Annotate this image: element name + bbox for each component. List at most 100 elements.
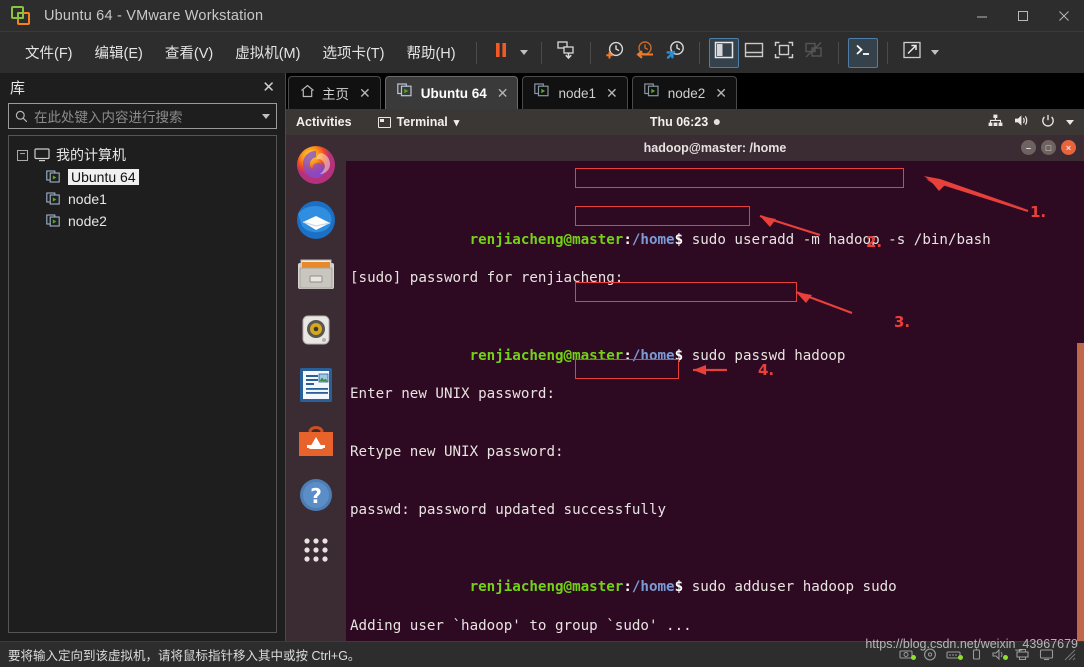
tab-bar: 主页 ✕ Ubuntu 64 ✕ node1 ✕ xyxy=(286,73,1084,109)
maximize-button[interactable] xyxy=(1002,0,1043,32)
vm-icon xyxy=(397,83,414,103)
power-dropdown[interactable] xyxy=(516,39,532,67)
revert-snapshot-button[interactable] xyxy=(630,38,660,68)
app-menu-terminal[interactable]: Terminal ▾ xyxy=(378,115,460,129)
dock-item-thunderbird[interactable] xyxy=(294,198,338,242)
vmware-logo-icon xyxy=(11,6,31,26)
terminal-scrollbar[interactable] xyxy=(1077,161,1084,641)
dock-item-rhythmbox[interactable] xyxy=(294,308,338,352)
terminal-minimize-button[interactable]: – xyxy=(1021,140,1036,155)
tab-close-icon[interactable]: ✕ xyxy=(715,86,727,100)
sidebar-item-ubuntu-64[interactable]: Ubuntu 64 xyxy=(9,166,276,188)
guest-top-bar: Activities Terminal ▾ Thu 06:23 xyxy=(286,109,1084,135)
prompt-path: /home xyxy=(632,348,675,364)
terminal-title-bar: hadoop@master: /home – □ × xyxy=(346,135,1084,161)
library-search-box[interactable]: 在此处键入内容进行搜索 xyxy=(8,103,277,129)
vm-icon xyxy=(46,170,62,184)
tab-home[interactable]: 主页 ✕ xyxy=(288,76,381,109)
close-button[interactable] xyxy=(1043,0,1084,32)
terminal-close-button[interactable]: × xyxy=(1061,140,1076,155)
snapshot-manager-button[interactable] xyxy=(660,38,690,68)
minimize-button[interactable] xyxy=(961,0,1002,32)
prompt-path: /home xyxy=(632,579,675,595)
tab-close-icon[interactable]: ✕ xyxy=(497,86,509,100)
terminal-text: [sudo] password for renjiacheng: xyxy=(350,270,623,286)
activities-button[interactable]: Activities xyxy=(296,115,352,129)
console-icon xyxy=(853,41,873,64)
dock-item-libreoffice-writer[interactable] xyxy=(294,363,338,407)
suspend-button[interactable] xyxy=(486,38,516,68)
show-library-button[interactable] xyxy=(709,38,739,68)
tree-expander[interactable]: − xyxy=(17,150,28,161)
prompt-path: /home xyxy=(632,232,675,248)
terminal-maximize-button[interactable]: □ xyxy=(1041,140,1056,155)
toolbar-separator xyxy=(476,42,477,64)
search-input[interactable]: 在此处键入内容进行搜索 xyxy=(34,106,262,126)
fullscreen-button[interactable] xyxy=(769,38,799,68)
tab-ubuntu-64[interactable]: Ubuntu 64 ✕ xyxy=(385,76,519,109)
sidebar-item-node2[interactable]: node2 xyxy=(9,210,276,232)
svg-text:?: ? xyxy=(310,484,322,508)
menu-view[interactable]: 查看(V) xyxy=(154,38,224,67)
notification-dot-icon xyxy=(714,119,720,125)
library-header: 库 ✕ xyxy=(0,73,285,101)
terminal-output[interactable]: renjiacheng@master:/home$ sudo useradd -… xyxy=(346,161,1084,641)
view-dropdown[interactable] xyxy=(927,39,943,67)
pause-icon xyxy=(492,41,510,64)
status-bar: 要将输入定向到该虚拟机，请将鼠标指针移入其中或按 Ctrl+G。 xyxy=(0,641,1084,667)
terminal-line: [sudo] password for renjiacheng: xyxy=(350,269,1084,288)
terminal-line: Adding user `hadoop' to group `sudo' ... xyxy=(350,617,1084,636)
vm-icon xyxy=(46,192,62,206)
dock-item-files[interactable] xyxy=(294,253,338,297)
terminal-title: hadoop@master: /home xyxy=(644,141,787,155)
unity-mode-icon xyxy=(804,41,824,64)
tab-node1[interactable]: node1 ✕ xyxy=(522,76,627,109)
dock-item-firefox[interactable] xyxy=(294,143,338,187)
terminal-text: Adding user `hadoop' to group `sudo' ... xyxy=(350,618,692,634)
clock[interactable]: Thu 06:23 xyxy=(650,115,720,129)
dock-item-help[interactable]: ? xyxy=(294,473,338,517)
take-snapshot-button[interactable] xyxy=(600,38,630,68)
menu-vm[interactable]: 虚拟机(M) xyxy=(224,38,311,67)
guest-desktop: ? xyxy=(286,135,1084,641)
tab-node2[interactable]: node2 ✕ xyxy=(632,76,737,109)
show-thumbnail-bar-button[interactable] xyxy=(739,38,769,68)
chevron-down-icon[interactable] xyxy=(1066,120,1074,125)
menu-edit[interactable]: 编辑(E) xyxy=(84,38,154,67)
library-panel: 库 ✕ 在此处键入内容进行搜索 − 我的计算机 xyxy=(0,73,286,641)
guest-dock: ? xyxy=(286,135,346,641)
dock-item-ubuntu-software[interactable] xyxy=(294,418,338,462)
toolbar-separator xyxy=(887,42,888,64)
menu-file[interactable]: 文件(F) xyxy=(14,38,84,67)
manage-snapshots-button[interactable] xyxy=(551,38,581,68)
prompt-user: renjiacheng@master xyxy=(470,232,624,248)
terminal-line: Retype new UNIX password: xyxy=(350,443,1084,462)
terminal-command: sudo useradd -m hadoop -s /bin/bash xyxy=(692,232,991,248)
terminal-window-controls: – □ × xyxy=(1021,140,1076,155)
vm-icon xyxy=(534,83,551,103)
chevron-down-icon[interactable] xyxy=(262,114,270,119)
dock-item-show-applications[interactable] xyxy=(294,528,338,572)
window-controls xyxy=(961,0,1084,32)
library-tree: − 我的计算机 Ubuntu 64 node1 xyxy=(8,135,277,633)
console-view-button[interactable] xyxy=(848,38,878,68)
network-icon[interactable] xyxy=(988,114,1003,130)
tree-node-label: 我的计算机 xyxy=(56,145,126,165)
scrollbar-thumb[interactable] xyxy=(1077,343,1084,641)
tab-close-icon[interactable]: ✕ xyxy=(359,86,371,100)
terminal-window: hadoop@master: /home – □ × renjiacheng@m… xyxy=(346,135,1084,641)
tree-node-my-computer[interactable]: − 我的计算机 xyxy=(9,144,276,166)
sidebar-item-node1[interactable]: node1 xyxy=(9,188,276,210)
menu-help[interactable]: 帮助(H) xyxy=(395,38,466,67)
stretch-view-button[interactable] xyxy=(897,38,927,68)
tab-close-icon[interactable]: ✕ xyxy=(606,86,618,100)
status-hint: 要将输入定向到该虚拟机，请将鼠标指针移入其中或按 Ctrl+G。 xyxy=(8,645,360,664)
volume-icon[interactable] xyxy=(1014,114,1030,130)
menu-tabs[interactable]: 选项卡(T) xyxy=(311,38,395,67)
library-close-button[interactable]: ✕ xyxy=(262,80,275,95)
unity-mode-button[interactable] xyxy=(799,38,829,68)
sidebar-item-label: Ubuntu 64 xyxy=(68,169,139,185)
terminal-text: Retype new UNIX password: xyxy=(350,444,564,460)
power-icon[interactable] xyxy=(1041,114,1055,131)
toolbar-separator xyxy=(541,42,542,64)
